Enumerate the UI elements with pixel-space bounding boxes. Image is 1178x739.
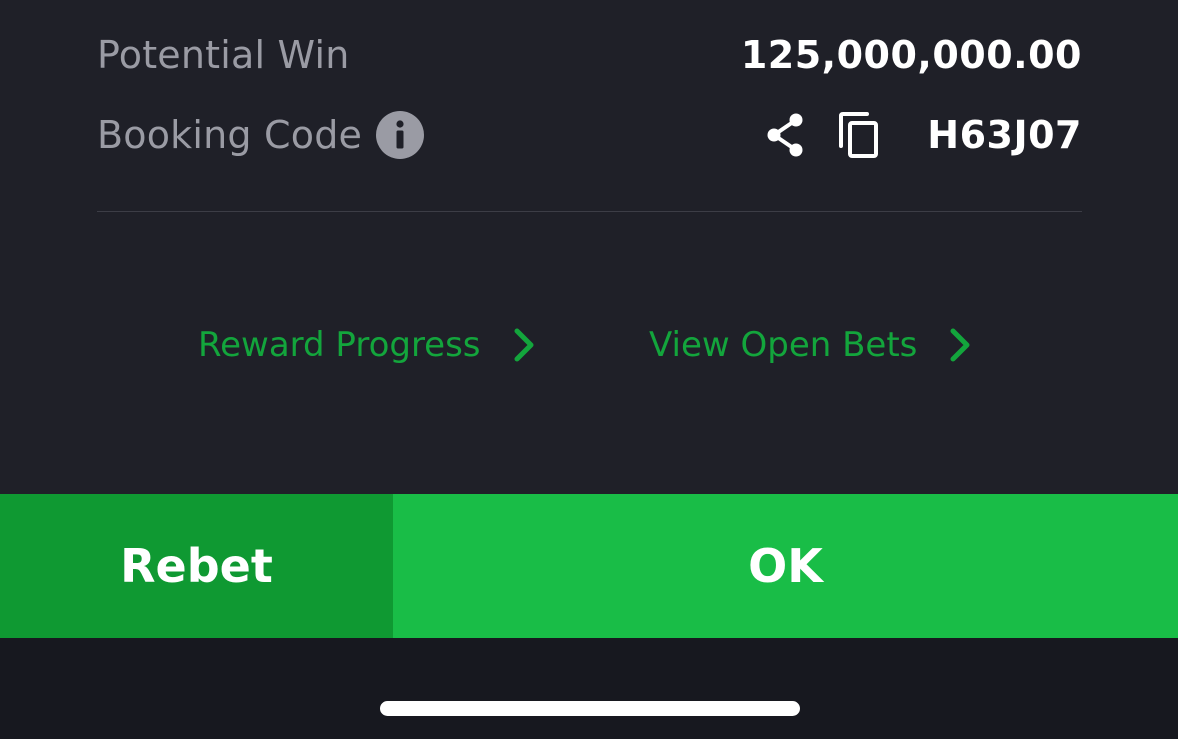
home-indicator[interactable] <box>380 701 800 716</box>
booking-code-label: Booking Code <box>97 113 363 157</box>
view-open-bets-label: View Open Bets <box>649 325 918 365</box>
potential-win-value: 125,000,000.00 <box>740 33 1082 77</box>
ok-button[interactable]: OK <box>393 494 1178 638</box>
bet-confirmation-screen: Potential Win 125,000,000.00 Booking Cod… <box>0 0 1178 739</box>
reward-progress-label: Reward Progress <box>198 325 481 365</box>
quick-links: Reward Progress View Open Bets <box>0 325 1178 381</box>
share-icon[interactable] <box>763 111 807 159</box>
copy-icon[interactable] <box>837 111 881 159</box>
reward-progress-link[interactable]: Reward Progress <box>198 325 537 365</box>
booking-code-row: Booking Code H63J07 <box>97 108 1082 162</box>
safe-area-bottom <box>0 638 1178 739</box>
chevron-right-icon <box>511 327 537 363</box>
potential-win-row: Potential Win 125,000,000.00 <box>97 28 1082 82</box>
action-bar: Rebet OK <box>0 494 1178 638</box>
rebet-button[interactable]: Rebet <box>0 494 393 638</box>
booking-code-value[interactable]: H63J07 <box>927 113 1082 157</box>
booking-code-label-group: Booking Code <box>97 111 425 159</box>
info-icon[interactable] <box>376 111 425 159</box>
booking-code-actions: H63J07 <box>763 111 1082 159</box>
view-open-bets-link[interactable]: View Open Bets <box>649 325 973 365</box>
divider <box>97 211 1082 212</box>
potential-win-label: Potential Win <box>97 33 350 77</box>
chevron-right-icon <box>947 327 973 363</box>
